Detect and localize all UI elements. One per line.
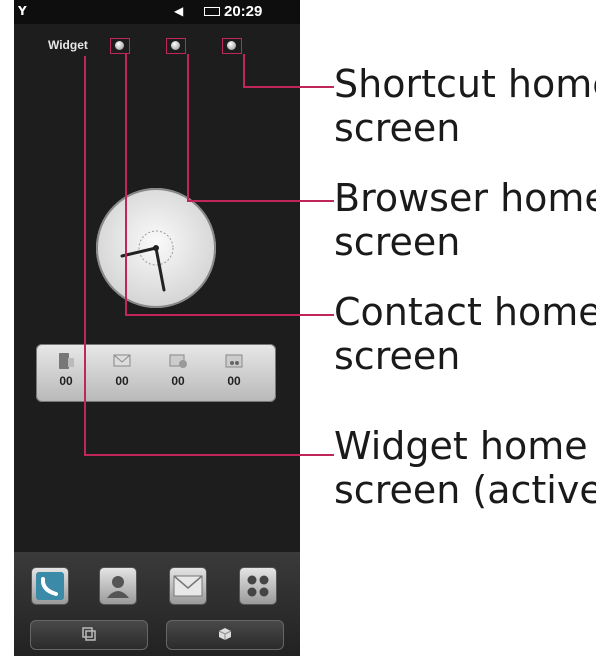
callout-widget-line2: screen (active) xyxy=(334,468,596,512)
menu-grid-icon xyxy=(247,575,269,597)
email-counter[interactable]: 00 xyxy=(158,350,198,398)
voicemail-icon xyxy=(225,354,243,368)
contacts-button[interactable] xyxy=(100,568,136,604)
phone-screen: Y ◀ 20:29 Widget 00 00 00 00 xyxy=(14,0,300,656)
multitask-button[interactable] xyxy=(30,620,148,650)
menu-button[interactable] xyxy=(240,568,276,604)
status-bar: Y ◀ 20:29 xyxy=(14,0,300,24)
contact-screen-dot[interactable] xyxy=(110,38,130,54)
battery-icon xyxy=(204,7,220,16)
browser-screen-dot[interactable] xyxy=(166,38,186,54)
callout-shortcut-horizontal xyxy=(243,86,334,88)
callout-shortcut: Shortcut home screen xyxy=(334,62,596,150)
signal-icon: Y xyxy=(18,4,27,18)
callout-contact-line1: Contact home xyxy=(334,290,596,334)
call-log-icon xyxy=(59,353,74,369)
email-count: 00 xyxy=(171,374,185,388)
message-counter-panel: 00 00 00 00 xyxy=(36,344,276,402)
callout-widget-horizontal xyxy=(84,454,334,456)
multitask-icon xyxy=(82,627,96,641)
message-counter[interactable]: 00 xyxy=(102,350,142,398)
callout-contact-vertical xyxy=(125,54,127,314)
callout-browser-horizontal xyxy=(187,200,334,202)
voicemail-counter[interactable]: 00 xyxy=(214,350,254,398)
clock-face-icon xyxy=(120,230,174,292)
callout-browser-vertical xyxy=(187,54,189,200)
callout-contact-horizontal xyxy=(125,314,334,316)
speaker-icon: ◀ xyxy=(174,4,184,18)
cube-button[interactable] xyxy=(166,620,284,650)
message-icon xyxy=(113,354,131,367)
phone-icon xyxy=(36,572,64,600)
contacts-icon xyxy=(107,576,129,598)
message-count: 00 xyxy=(115,374,129,388)
callout-widget: Widget home screen (active) xyxy=(334,424,596,512)
callout-widget-vertical xyxy=(84,56,86,454)
shortcut-screen-dot[interactable] xyxy=(222,38,242,54)
callout-shortcut-line2: screen xyxy=(334,106,461,150)
status-time: 20:29 xyxy=(224,3,263,20)
phone-button[interactable] xyxy=(32,568,68,604)
callout-shortcut-vertical xyxy=(243,54,245,86)
callout-browser: Browser home screen xyxy=(334,176,596,264)
active-screen-label: Widget xyxy=(48,38,88,52)
messaging-icon xyxy=(173,575,203,597)
callout-browser-line2: screen xyxy=(334,220,461,264)
call-log-count: 00 xyxy=(59,374,73,388)
clock-widget[interactable] xyxy=(96,188,216,308)
callout-contact: Contact home screen xyxy=(334,290,596,378)
messaging-button[interactable] xyxy=(170,568,206,604)
callout-widget-line1: Widget home xyxy=(334,424,588,468)
callout-shortcut-line1: Shortcut home xyxy=(334,62,596,106)
dock-bar xyxy=(14,552,300,656)
callout-browser-line1: Browser home xyxy=(334,176,596,220)
callout-contact-line2: screen xyxy=(334,334,461,378)
email-icon xyxy=(169,354,187,368)
cube-icon xyxy=(218,628,232,640)
call-log-counter[interactable]: 00 xyxy=(46,350,86,398)
voicemail-count: 00 xyxy=(227,374,241,388)
